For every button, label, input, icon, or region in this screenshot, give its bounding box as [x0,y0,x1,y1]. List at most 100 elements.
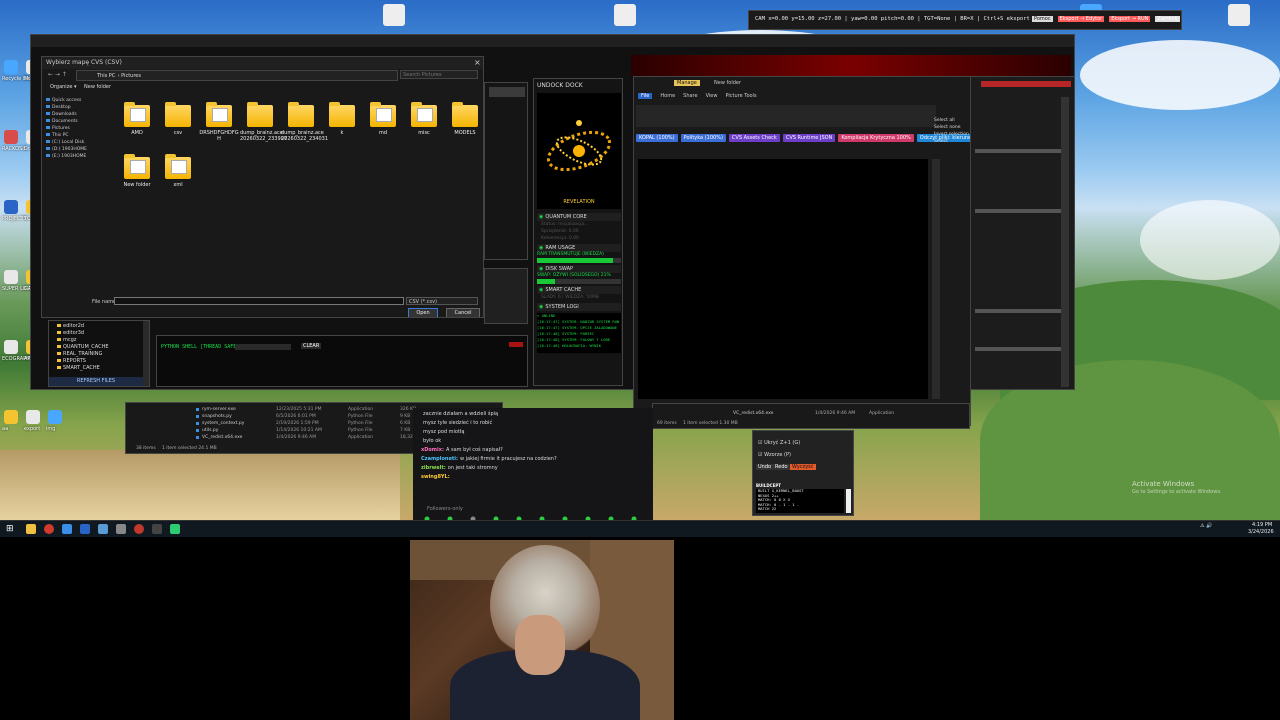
cancel-button[interactable]: Cancel [446,308,480,317]
folder-icon[interactable] [124,102,150,127]
nav-item[interactable]: Documents [46,118,104,125]
tree-scrollbar[interactable] [143,321,149,386]
find-list-scrollbar[interactable] [846,489,851,513]
find-list-item[interactable]: MATCH 22 [756,507,844,512]
chat-panel[interactable]: zacznie działam a wdzieli śpią mysz tyle … [413,408,653,526]
folder-label[interactable]: xml [158,182,198,188]
nav-item[interactable]: (D:) 1903HOME [46,146,104,153]
app-icon[interactable] [116,524,126,534]
app-icon[interactable] [98,524,108,534]
folder-label[interactable]: csv [158,130,198,136]
folder-icon[interactable] [329,102,355,127]
nav-item[interactable]: Pictures [46,125,104,132]
nav-item[interactable]: Quick access [46,97,104,104]
search-input[interactable] [400,70,478,79]
folder-icon[interactable] [370,102,396,127]
folder-label[interactable]: DRSHDFGHDFG H [199,130,239,142]
open-button[interactable]: Open [408,308,438,317]
tree-item[interactable]: SMART_CACHE [57,365,109,372]
desktop-shortcut-icon[interactable] [4,130,18,144]
chat-username[interactable]: swing8YL: [421,474,450,480]
desktop-shortcut-icon[interactable] [4,60,18,74]
back-forward-icons[interactable]: ← → ↑ [48,71,67,78]
desktop-shortcut-icon[interactable] [26,410,40,424]
editor-menu-item[interactable]: Eksport → Edytor [1057,16,1105,22]
tree-item[interactable]: mcgz [57,337,109,344]
editor-menu-item[interactable]: Eksport → RUN [1109,16,1151,22]
ribbon-tab[interactable]: Share [683,93,697,99]
project-tree[interactable]: editor2d editor3d mcgz QUANTUM_CACHE REAL_TR… [48,320,150,387]
desktop-shortcut-icon[interactable] [4,340,18,354]
desktop-shortcut-icon[interactable] [4,200,18,214]
refresh-files-button[interactable]: REFRESH FILES [49,377,143,386]
folder-label[interactable]: md [363,130,403,136]
find-dialog[interactable]: ☑ Ukryć Z+1 (G) ☑ Wzorze (P) Undo Redo W… [752,430,854,516]
record-icon[interactable] [134,524,144,534]
editor-window[interactable]: CAM x=0.00 y=15.00 z=27.00 | yaw=0.00 pi… [748,10,1182,30]
side-panel-lower[interactable] [484,268,528,324]
ribbon-tab[interactable]: Home [660,93,675,99]
editor-menu-item[interactable]: Zamknij [1155,16,1180,22]
folder-label[interactable]: dump_brainz.ace 20260322_234031 [281,130,328,142]
folder-icon[interactable] [165,154,191,179]
address-bar[interactable]: This PC › Pictures [76,70,398,81]
chat-username[interactable]: Czamploneti: [421,456,458,462]
folder-icon[interactable] [452,102,478,127]
folder-icon[interactable] [206,102,232,127]
folder-label[interactable]: MODELS [445,130,483,136]
clock-date[interactable]: 3/24/2026 [1248,529,1274,535]
folder-icon[interactable] [165,102,191,127]
desktop-file-icon[interactable] [1228,4,1250,26]
explorer-window[interactable]: Manage New folder File Home Share View Pictu… [633,76,971,426]
tree-item[interactable]: QUANTUM_CACHE [57,344,109,351]
folder-icon[interactable] [288,102,314,127]
desktop-shortcut-icon[interactable] [4,270,18,284]
desktop-shortcut-icon[interactable] [48,410,62,424]
file-open-dialog[interactable]: Wybierz mapę CVS (CSV) × ← → ↑ This PC ›… [41,56,484,318]
organize-button[interactable]: Organize ▾ [50,84,77,90]
tray-icons[interactable]: ⚠ 🔊 [1200,523,1212,529]
file-explorer-icon[interactable] [26,524,36,534]
close-icon[interactable]: × [474,58,481,67]
select-menu-item[interactable]: Select none [934,124,969,131]
redo-button[interactable]: Redo [773,464,790,470]
system-log-box[interactable]: > ONLINE [16:17:47] SYSTEM: NADZOR SYSTEM… [537,313,621,353]
nav-item[interactable]: This PC [46,132,104,139]
explorer-scrollbar[interactable] [932,159,940,399]
side-panel[interactable] [484,82,528,260]
nav-item[interactable]: (C:) Local Disk [46,139,104,146]
desktop-file-icon[interactable] [614,4,636,26]
folder-icon[interactable] [411,102,437,127]
right-file-name[interactable]: VC_redist.x64.exe [733,411,773,416]
start-windows-icon[interactable]: ⊞ [6,524,14,534]
editor-menu-item[interactable]: Pomoc [1032,16,1053,22]
shell-close-icon[interactable] [509,342,523,347]
new-folder-button[interactable]: New folder [84,84,111,90]
select-menu-item[interactable]: Select [934,138,969,145]
folder-label[interactable]: k [322,130,362,136]
option-2[interactable]: ☑ Wzorze (P) [758,452,791,458]
folder-label[interactable]: New folder [117,182,157,188]
clear-button[interactable]: Wyczyść [790,464,816,470]
app-icon[interactable] [62,524,72,534]
folder-icon[interactable] [124,154,150,179]
ribbon-tab[interactable]: File [638,93,653,99]
filetype-select[interactable]: CSV (*.csv) [406,297,478,305]
ribbon-tab[interactable]: View [706,93,718,99]
tool-scrollbar[interactable] [1061,97,1069,387]
manage-tab[interactable]: Manage [674,80,700,86]
undo-button[interactable]: Undo [756,464,774,470]
folder-label[interactable]: misc [404,130,444,136]
address-pictures[interactable]: Pictures [121,73,141,79]
tree-item[interactable]: editor3d [57,330,109,337]
folder-label[interactable]: AMD [117,130,157,136]
ribbon-tab[interactable]: Picture Tools [725,93,756,99]
address-this-pc[interactable]: This PC [77,73,115,79]
chat-username[interactable]: xDomix: [421,447,444,453]
tree-item[interactable]: REPORTS [57,358,109,365]
chat-username[interactable]: zibrwelt: [421,465,446,471]
nav-item[interactable]: Desktop [46,104,104,111]
nav-item[interactable]: Downloads [46,111,104,118]
find-list[interactable]: BUILT X_KERNEL_BOOST NEXUS 2++ MATCH: 0 0 … [756,488,844,513]
folder-icon[interactable] [247,102,273,127]
